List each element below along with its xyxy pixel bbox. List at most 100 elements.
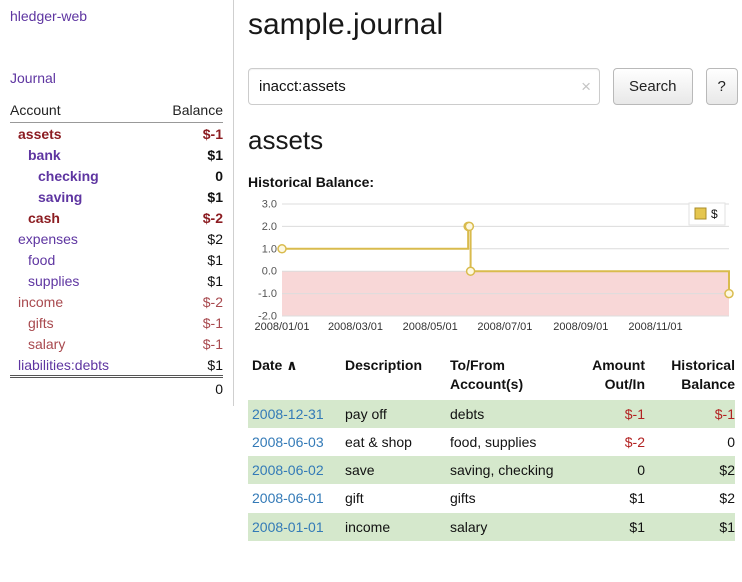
transaction-date-link[interactable]: 2008-12-31 <box>252 406 324 422</box>
account-name-cell: assets <box>10 123 151 145</box>
accounts-header-balance: Balance <box>151 100 223 123</box>
app-title-link[interactable]: hledger-web <box>10 8 223 24</box>
search-button[interactable]: Search <box>613 68 693 105</box>
page-title: sample.journal <box>248 8 738 42</box>
data-point-marker <box>278 245 286 253</box>
account-row: bank $1 <box>10 144 223 165</box>
account-name-cell: gifts <box>10 312 151 333</box>
account-link-salary[interactable]: salary <box>28 336 65 352</box>
account-balance: $-2 <box>151 291 223 312</box>
account-link-bank[interactable]: bank <box>28 147 61 163</box>
account-name-cell: supplies <box>10 270 151 291</box>
account-name-cell: checking <box>10 165 151 186</box>
account-row: gifts $-1 <box>10 312 223 333</box>
register-accounts-cell: salary <box>450 513 568 541</box>
col-header-accounts: To/From Account(s) <box>450 354 568 400</box>
register-table: Date ∧ Description To/From Account(s) Am… <box>248 354 735 541</box>
account-link-liabilities-debts[interactable]: liabilities:debts <box>18 357 109 373</box>
y-tick-label: -1.0 <box>258 288 277 300</box>
accounts-table: Account Balance assets $-1 bank $1 checking 0… <box>10 100 223 400</box>
account-balance: $2 <box>151 228 223 249</box>
account-balance: $1 <box>151 270 223 291</box>
account-name-cell: expenses <box>10 228 151 249</box>
register-description-cell: pay off <box>345 400 450 428</box>
account-balance: 0 <box>151 165 223 186</box>
register-description-cell: income <box>345 513 450 541</box>
sidebar: hledger-web Journal Account Balance asse… <box>0 0 234 406</box>
account-balance: $1 <box>151 144 223 165</box>
account-link-food[interactable]: food <box>28 252 55 268</box>
register-amount-cell: 0 <box>568 456 645 484</box>
col-header-balance: Historical Balance <box>645 354 735 400</box>
x-tick-label: 2008/11/01 <box>628 321 682 333</box>
register-balance-cell: $2 <box>645 484 735 512</box>
accounts-header-account: Account <box>10 100 151 123</box>
search-input[interactable] <box>248 68 600 105</box>
x-tick-label: 2008/03/01 <box>328 321 383 333</box>
account-name-cell: saving <box>10 186 151 207</box>
page: hledger-web Journal Account Balance asse… <box>0 0 742 582</box>
transaction-date-link[interactable]: 2008-01-01 <box>252 519 324 535</box>
account-link-expenses[interactable]: expenses <box>18 231 78 247</box>
account-link-assets[interactable]: assets <box>18 126 62 142</box>
transaction-date-link[interactable]: 2008-06-01 <box>252 490 324 506</box>
register-row: 2008-12-31pay offdebts$-1$-1 <box>248 400 735 428</box>
register-amount-cell: $1 <box>568 484 645 512</box>
register-row: 2008-06-03eat & shopfood, supplies$-20 <box>248 428 735 456</box>
register-date-cell: 2008-06-03 <box>248 428 345 456</box>
account-row: checking 0 <box>10 165 223 186</box>
accounts-total-row: 0 <box>10 377 223 400</box>
register-row: 2008-06-01giftgifts$1$2 <box>248 484 735 512</box>
data-point-marker <box>465 222 473 230</box>
account-row: assets $-1 <box>10 123 223 145</box>
account-link-gifts[interactable]: gifts <box>28 315 54 331</box>
clear-search-icon[interactable]: × <box>581 78 591 95</box>
register-row: 2008-06-02savesaving, checking0$2 <box>248 456 735 484</box>
register-date-cell: 2008-06-02 <box>248 456 345 484</box>
register-date-cell: 2008-12-31 <box>248 400 345 428</box>
register-description-cell: save <box>345 456 450 484</box>
journal-link[interactable]: Journal <box>10 70 223 86</box>
account-row: food $1 <box>10 249 223 270</box>
legend-box <box>689 203 725 225</box>
account-link-saving[interactable]: saving <box>38 189 82 205</box>
col-header-amount: Amount Out/In <box>568 354 645 400</box>
col-header-description: Description <box>345 354 450 400</box>
account-name-cell: liabilities:debts <box>10 354 151 377</box>
account-row: cash$-2 <box>10 207 223 228</box>
sort-ascending-icon: ∧ <box>286 357 297 373</box>
account-row: saving $1 <box>10 186 223 207</box>
historical-balance-chart: 3.02.01.00.0-1.0-2.02008/01/012008/03/01… <box>248 196 735 338</box>
account-balance: $-1 <box>151 312 223 333</box>
register-amount-cell: $-2 <box>568 428 645 456</box>
transaction-date-link[interactable]: 2008-06-03 <box>252 434 324 450</box>
register-row: 2008-01-01incomesalary$1$1 <box>248 513 735 541</box>
register-date-cell: 2008-01-01 <box>248 513 345 541</box>
account-link-income[interactable]: income <box>18 294 63 310</box>
legend-swatch <box>695 208 706 219</box>
register-accounts-cell: saving, checking <box>450 456 568 484</box>
accounts-header-row: Account Balance <box>10 100 223 123</box>
col-header-date-label: Date <box>252 357 282 373</box>
account-link-cash[interactable]: cash <box>28 210 60 226</box>
account-row: expenses $2 <box>10 228 223 249</box>
account-row: income $-2 <box>10 291 223 312</box>
help-button[interactable]: ? <box>706 68 738 105</box>
account-link-checking[interactable]: checking <box>38 168 99 184</box>
search-box: × <box>248 68 600 105</box>
y-tick-label: 1.0 <box>262 243 277 255</box>
register-balance-cell: 0 <box>645 428 735 456</box>
main-content: sample.journal × Search ? assets Histori… <box>234 0 742 582</box>
col-header-date[interactable]: Date ∧ <box>248 354 345 400</box>
data-point-marker <box>467 267 475 275</box>
transaction-date-link[interactable]: 2008-06-02 <box>252 462 324 478</box>
account-balance: $1 <box>151 249 223 270</box>
chart-title: Historical Balance: <box>248 174 738 190</box>
x-tick-label: 2008/05/01 <box>403 321 458 333</box>
account-name-cell: bank <box>10 144 151 165</box>
account-link-supplies[interactable]: supplies <box>28 273 79 289</box>
account-row: supplies $1 <box>10 270 223 291</box>
account-balance: $1 <box>151 186 223 207</box>
register-date-cell: 2008-06-01 <box>248 484 345 512</box>
account-balance: $-1 <box>151 123 223 145</box>
